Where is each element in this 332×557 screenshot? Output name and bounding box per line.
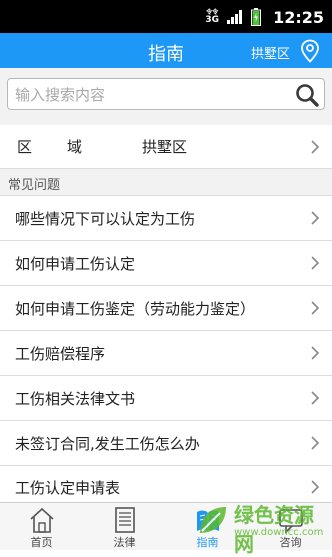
list-item-label: 工伤认定申请表: [15, 479, 121, 497]
leaf-logo-icon: [200, 507, 226, 533]
list-item[interactable]: 哪些情况下可以认定为工伤: [0, 196, 332, 241]
list-item-label: 哪些情况下可以认定为工伤: [15, 210, 196, 228]
chevron-right-icon: [311, 256, 320, 270]
region-value: 拱墅区: [142, 138, 188, 156]
location-pin-icon[interactable]: [300, 39, 320, 63]
list-item[interactable]: 工伤相关法律文书: [0, 376, 332, 421]
battery-icon: [251, 8, 262, 26]
clock: 12:25: [273, 7, 324, 27]
network-indicator: 令令 3G: [205, 9, 219, 25]
status-bar: 令令 3G 12:25: [0, 0, 332, 33]
search-box: [7, 78, 325, 110]
section-title: 常见问题: [8, 178, 61, 193]
list-item[interactable]: 未签订合同,发生工伤怎么办: [0, 421, 332, 466]
chevron-right-icon: [311, 140, 320, 154]
tab-label: 法律: [113, 536, 136, 549]
status-icons: 令令 3G 12:25: [205, 6, 324, 28]
region-label-2: 域: [67, 138, 83, 156]
tab-label: 首页: [30, 536, 53, 549]
search-area: [0, 68, 332, 125]
list-item-label: 工伤赔偿程序: [15, 345, 106, 363]
search-icon[interactable]: [294, 82, 320, 108]
chevron-right-icon: [311, 346, 320, 360]
chevron-right-icon: [311, 436, 320, 450]
list-item-label: 工伤相关法律文书: [15, 390, 136, 408]
network-type: 3G: [205, 15, 220, 25]
section-header: 常见问题: [0, 169, 332, 196]
list-item-label: 如何申请工伤鉴定（劳动能力鉴定）: [15, 300, 256, 318]
tab-law[interactable]: 法律: [83, 503, 166, 550]
region-row[interactable]: 区 域 拱墅区: [0, 125, 332, 169]
signal-icon: [227, 10, 243, 24]
watermark-url: www.downcc.com: [234, 527, 324, 538]
chevron-right-icon: [311, 391, 320, 405]
list-item-label: 未签订合同,发生工伤怎么办: [15, 435, 200, 453]
list-item[interactable]: 如何申请工伤认定: [0, 241, 332, 286]
search-input[interactable]: [13, 83, 287, 107]
chevron-right-icon: [311, 480, 320, 494]
document-icon: [115, 507, 135, 533]
app-header: 指南 拱墅区: [0, 33, 332, 68]
home-icon: [30, 507, 54, 533]
region-label-1: 区: [17, 138, 33, 156]
chevron-right-icon: [311, 301, 320, 315]
chevron-right-icon: [311, 211, 320, 225]
watermark: 绿色资源网 www.downcc.com: [196, 497, 324, 556]
list-item[interactable]: 如何申请工伤鉴定（劳动能力鉴定）: [0, 286, 332, 331]
tab-home[interactable]: 首页: [0, 503, 83, 550]
region-selector[interactable]: 拱墅区: [251, 43, 290, 62]
list-item[interactable]: 工伤赔偿程序: [0, 331, 332, 376]
list-item-label: 如何申请工伤认定: [15, 255, 136, 273]
